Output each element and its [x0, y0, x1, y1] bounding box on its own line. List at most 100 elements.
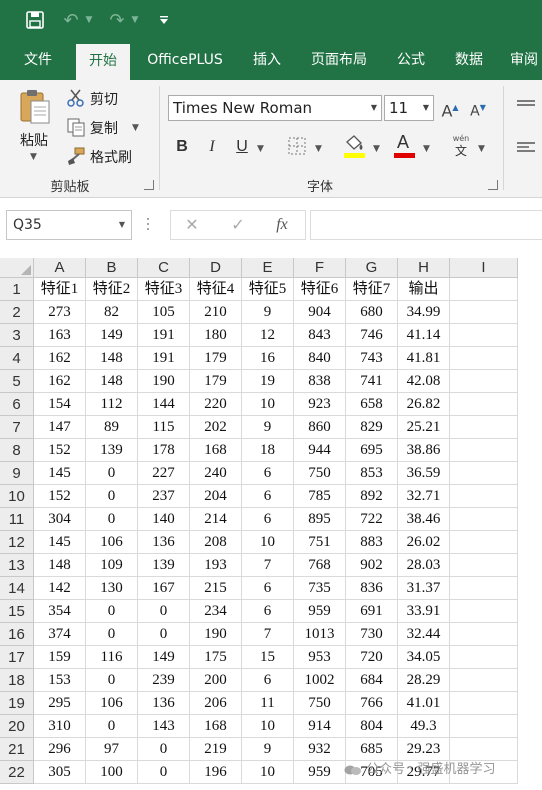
save-icon[interactable]	[22, 8, 48, 32]
tab-data[interactable]: 数据	[444, 40, 494, 80]
table-cell[interactable]: 751	[294, 531, 346, 554]
paste-dropdown-icon[interactable]: ▼	[30, 152, 37, 162]
table-cell[interactable]: 923	[294, 393, 346, 416]
table-cell[interactable]: 208	[190, 531, 242, 554]
table-cell[interactable]: 115	[138, 416, 190, 439]
table-cell[interactable]	[450, 393, 518, 416]
table-cell[interactable]: 860	[294, 416, 346, 439]
table-cell[interactable]: 145	[34, 531, 86, 554]
table-cell[interactable]	[450, 485, 518, 508]
table-cell[interactable]: 227	[138, 462, 190, 485]
table-cell[interactable]: 200	[190, 669, 242, 692]
format-painter-button[interactable]: 格式刷	[64, 146, 150, 168]
table-cell[interactable]: 804	[346, 715, 398, 738]
redo-dropdown-icon[interactable]: ▼	[130, 8, 140, 32]
table-cell[interactable]: 168	[190, 439, 242, 462]
font-name-dropdown-icon[interactable]: ▼	[367, 96, 381, 120]
table-cell[interactable]: 374	[34, 623, 86, 646]
table-cell[interactable]	[450, 324, 518, 347]
table-cell[interactable]	[450, 554, 518, 577]
font-launcher-icon[interactable]	[488, 180, 498, 190]
table-cell[interactable]: 959	[294, 600, 346, 623]
paste-button[interactable]: 粘贴 ▼	[10, 86, 56, 166]
undo-dropdown-icon[interactable]: ▼	[84, 8, 94, 32]
table-cell[interactable]: 914	[294, 715, 346, 738]
table-cell[interactable]: 840	[294, 347, 346, 370]
header-cell[interactable]: 特征1	[34, 278, 86, 301]
table-cell[interactable]: 234	[190, 600, 242, 623]
table-cell[interactable]: 6	[242, 462, 294, 485]
row-header[interactable]: 14	[0, 577, 34, 600]
table-cell[interactable]: 162	[34, 347, 86, 370]
table-cell[interactable]: 144	[138, 393, 190, 416]
table-cell[interactable]: 162	[34, 370, 86, 393]
table-cell[interactable]: 12	[242, 324, 294, 347]
table-cell[interactable]: 0	[138, 761, 190, 784]
table-cell[interactable]: 220	[190, 393, 242, 416]
row-header[interactable]: 19	[0, 692, 34, 715]
table-cell[interactable]: 932	[294, 738, 346, 761]
table-cell[interactable]: 843	[294, 324, 346, 347]
table-cell[interactable]: 136	[138, 692, 190, 715]
table-cell[interactable]: 219	[190, 738, 242, 761]
row-header[interactable]: 21	[0, 738, 34, 761]
borders-dropdown-icon[interactable]: ▼	[315, 144, 322, 154]
header-cell[interactable]: 特征3	[138, 278, 190, 301]
table-cell[interactable]: 0	[138, 623, 190, 646]
row-header[interactable]: 1	[0, 278, 34, 301]
table-cell[interactable]: 154	[34, 393, 86, 416]
table-cell[interactable]: 178	[138, 439, 190, 462]
table-cell[interactable]: 892	[346, 485, 398, 508]
header-cell[interactable]: 特征5	[242, 278, 294, 301]
table-cell[interactable]: 658	[346, 393, 398, 416]
column-header-d[interactable]: D	[190, 258, 242, 278]
table-cell[interactable]: 32.71	[398, 485, 450, 508]
customize-qat-icon[interactable]	[156, 8, 172, 32]
tab-home[interactable]: 开始	[76, 44, 130, 80]
table-cell[interactable]: 296	[34, 738, 86, 761]
table-cell[interactable]: 766	[346, 692, 398, 715]
table-cell[interactable]: 10	[242, 531, 294, 554]
table-cell[interactable]: 16	[242, 347, 294, 370]
table-cell[interactable]: 152	[34, 485, 86, 508]
table-cell[interactable]: 9	[242, 301, 294, 324]
table-cell[interactable]: 0	[86, 715, 138, 738]
table-cell[interactable]: 139	[86, 439, 138, 462]
table-cell[interactable]: 6	[242, 600, 294, 623]
formula-input[interactable]	[310, 210, 542, 240]
table-cell[interactable]: 904	[294, 301, 346, 324]
table-cell[interactable]: 179	[190, 370, 242, 393]
table-cell[interactable]: 206	[190, 692, 242, 715]
table-cell[interactable]: 750	[294, 462, 346, 485]
table-cell[interactable]: 746	[346, 324, 398, 347]
row-header[interactable]: 4	[0, 347, 34, 370]
table-cell[interactable]: 895	[294, 508, 346, 531]
table-cell[interactable]: 33.91	[398, 600, 450, 623]
table-cell[interactable]: 190	[190, 623, 242, 646]
row-header[interactable]: 11	[0, 508, 34, 531]
table-cell[interactable]: 1002	[294, 669, 346, 692]
fill-color-dropdown-icon[interactable]: ▼	[373, 144, 380, 154]
table-cell[interactable]: 202	[190, 416, 242, 439]
borders-button[interactable]	[287, 136, 309, 158]
underline-button[interactable]: U	[231, 136, 253, 158]
table-cell[interactable]: 305	[34, 761, 86, 784]
table-cell[interactable]: 785	[294, 485, 346, 508]
copy-dropdown-icon[interactable]: ▼	[132, 123, 139, 133]
table-cell[interactable]: 354	[34, 600, 86, 623]
tab-page-layout[interactable]: 页面布局	[300, 40, 378, 80]
grow-font-button[interactable]: A▲	[440, 96, 460, 120]
table-cell[interactable]	[450, 577, 518, 600]
table-cell[interactable]: 148	[86, 370, 138, 393]
table-cell[interactable]: 0	[86, 508, 138, 531]
header-cell[interactable]: 特征6	[294, 278, 346, 301]
table-cell[interactable]: 175	[190, 646, 242, 669]
table-cell[interactable]	[450, 508, 518, 531]
table-cell[interactable]: 853	[346, 462, 398, 485]
table-cell[interactable]: 25.21	[398, 416, 450, 439]
table-cell[interactable]: 7	[242, 623, 294, 646]
table-cell[interactable]: 10	[242, 761, 294, 784]
table-cell[interactable]: 6	[242, 508, 294, 531]
table-cell[interactable]: 28.03	[398, 554, 450, 577]
table-cell[interactable]: 106	[86, 531, 138, 554]
